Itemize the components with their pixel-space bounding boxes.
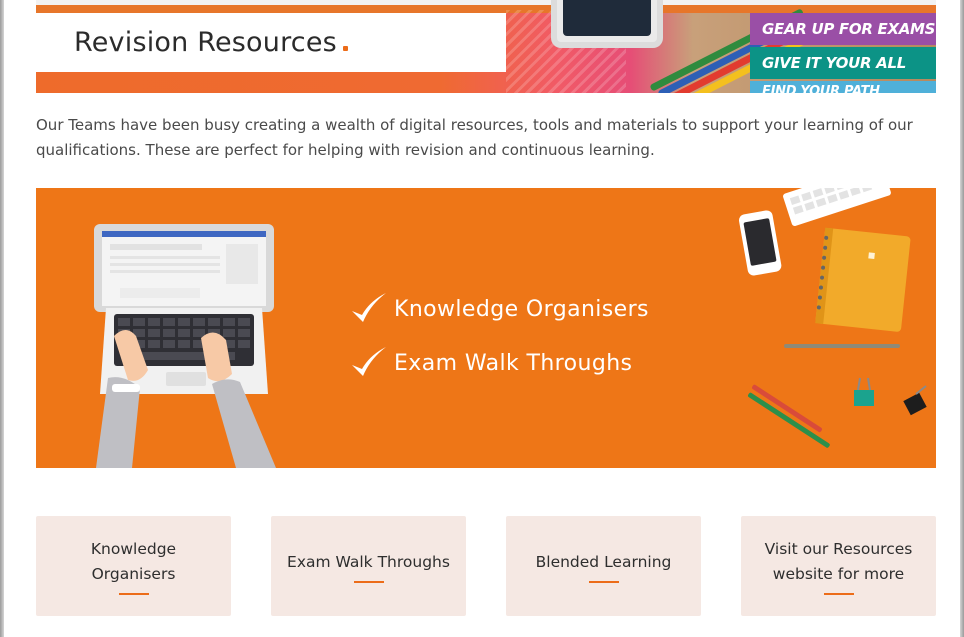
card-blended-learning[interactable]: Blended Learning [506,516,701,616]
window-left-edge [0,0,4,637]
laptop-illustration [94,224,276,468]
promo-banner: Knowledge Organisers Exam Walk Throughs [36,188,936,468]
page-title-box: Revision Resources [36,13,506,72]
checklist-item-label: Knowledge Organisers [394,296,649,322]
card-exam-walk-throughs[interactable]: Exam Walk Throughs [271,516,466,616]
card-underline [588,580,619,583]
card-label: Visit our Resources website for more [764,540,913,583]
banner-tag-give-it-your-all: GIVE IT YOUR ALL [750,47,936,79]
checkmark-icon [352,347,386,376]
card-label: Exam Walk Throughs [287,552,450,571]
checklist-item-label: Exam Walk Throughs [394,350,633,376]
promo-checklist: Knowledge Organisers Exam Walk Throughs [348,282,649,390]
banner-tag-gear-up: GEAR UP FOR EXAMS [750,13,936,45]
intro-text: Our Teams have been busy creating a weal… [36,116,913,159]
title-accent-dot [342,46,348,51]
card-underline [353,580,384,583]
keyboard-illustration [783,188,891,226]
page-title: Revision Resources [74,27,348,58]
window-right-edge [960,0,964,637]
page-content: Revision Resources GEAR UP FOR EXAMS GIV… [36,0,936,616]
binder-clip-illustration [854,377,927,416]
header-banner: Revision Resources GEAR UP FOR EXAMS GIV… [36,0,936,93]
card-label: Knowledge Organisers [90,540,177,583]
notebook-illustration [815,227,911,332]
card-visit-resources-website[interactable]: Visit our Resources website for more [741,516,936,616]
checkmark-icon [352,293,386,322]
banner-tag-find-your-path: FIND YOUR PATH [750,81,936,93]
phone-illustration [738,210,782,276]
resource-cards: Knowledge Organisers Exam Walk Throughs … [36,516,936,616]
card-underline [118,593,149,595]
card-label: Blended Learning [535,552,672,571]
checklist-item: Exam Walk Throughs [348,336,649,390]
checklist-item: Knowledge Organisers [348,282,649,336]
card-knowledge-organisers[interactable]: Knowledge Organisers [36,516,231,616]
card-underline [823,593,854,595]
pencil-illustration [748,344,900,448]
